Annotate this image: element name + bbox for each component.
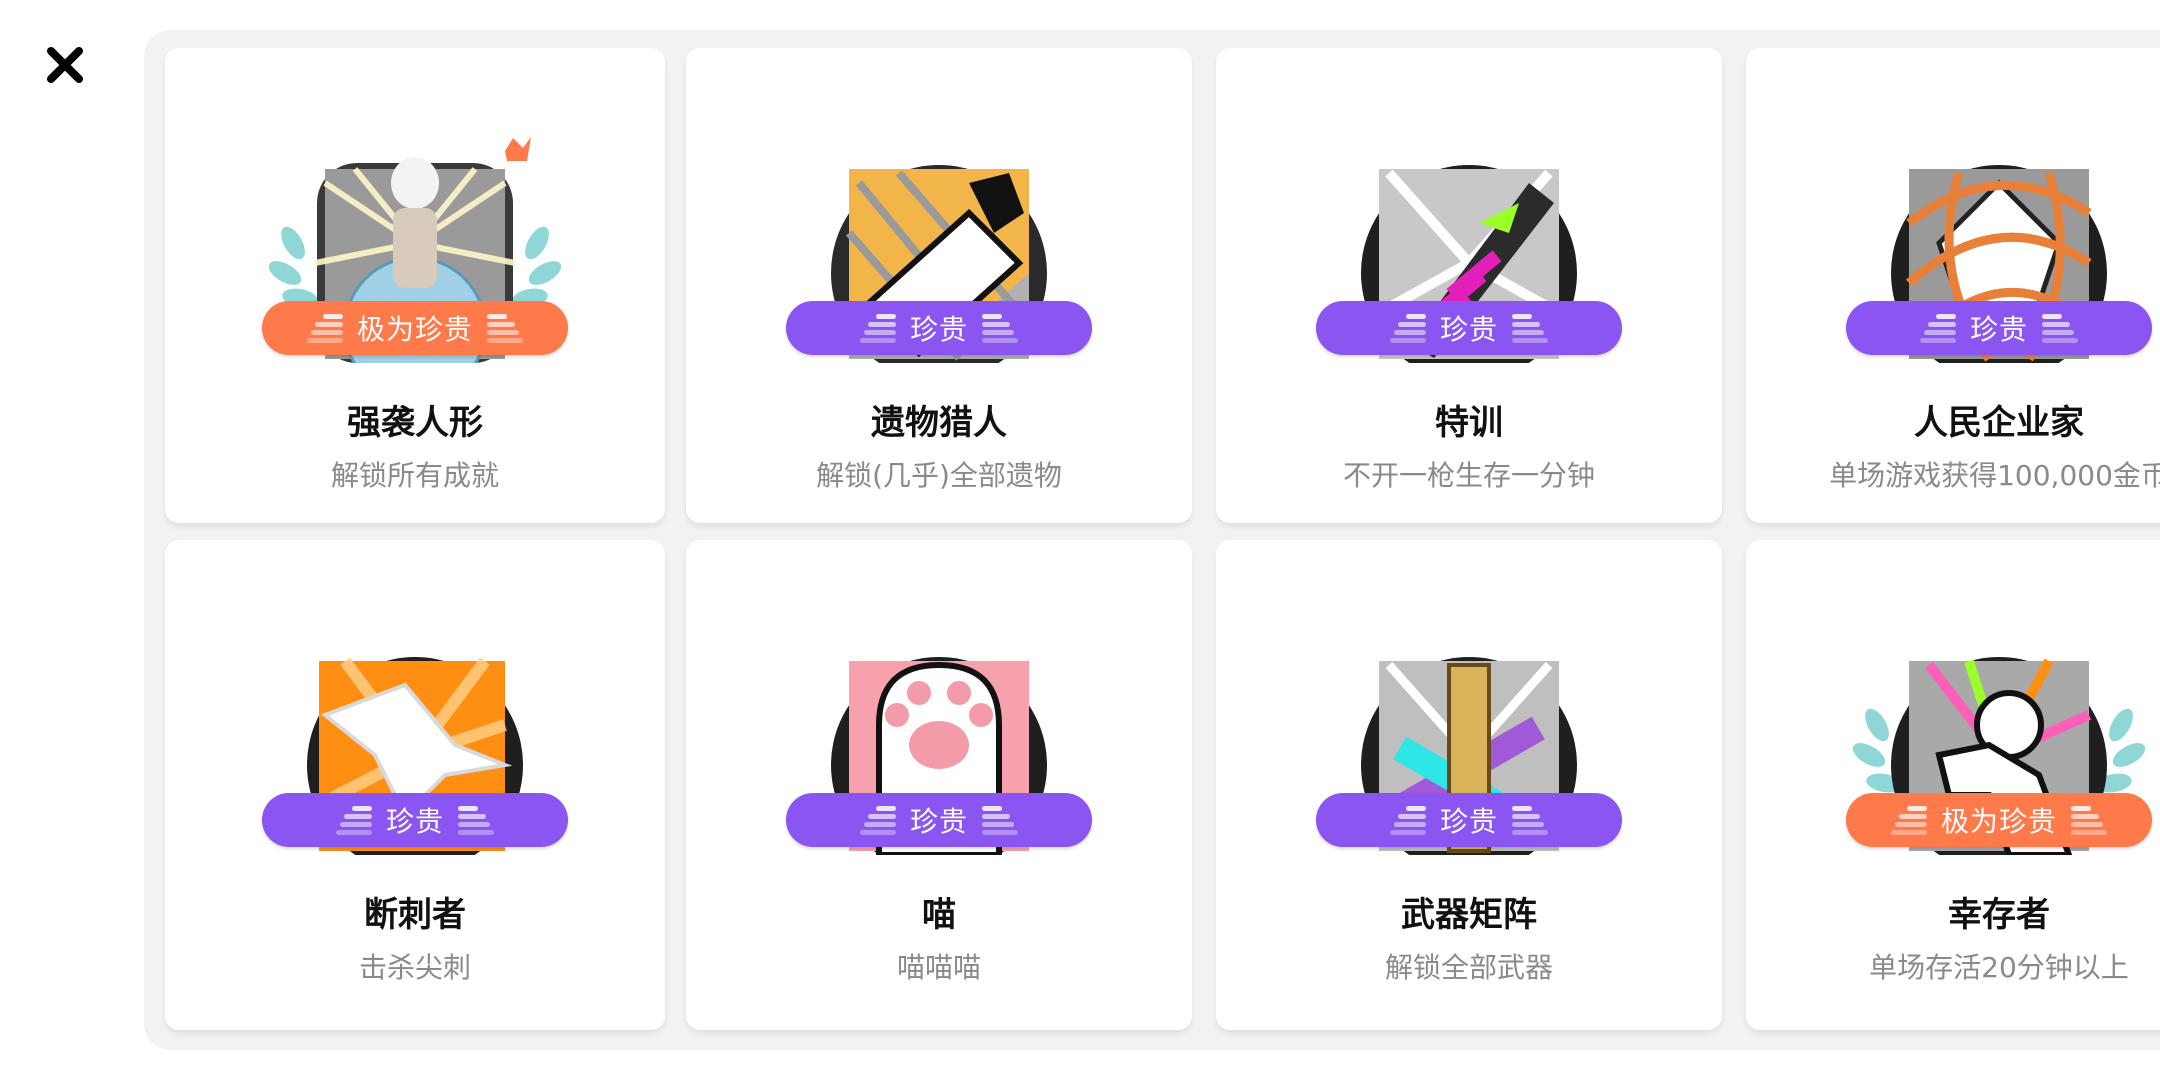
stripes-decoration [1919, 312, 1956, 344]
rarity-label: 珍贵 [1439, 313, 1498, 346]
close-icon [47, 47, 83, 83]
achievement-title: 强袭人形 [347, 403, 483, 443]
rarity-label: 珍贵 [1439, 805, 1498, 838]
stripes-decoration [859, 312, 896, 344]
achievement-title: 幸存者 [1948, 895, 2050, 935]
rarity-badge: 极为珍贵 [1846, 793, 2152, 847]
rarity-label: 极为珍贵 [1940, 805, 2057, 838]
rarity-label: 珍贵 [909, 313, 968, 346]
rarity-label: 珍贵 [385, 805, 444, 838]
achievement-card[interactable]: 珍贵 特训 不开一枪生存一分钟 [1216, 48, 1722, 523]
stripes-decoration [1512, 312, 1548, 344]
achievement-card[interactable]: 珍贵 喵 喵喵喵 [686, 540, 1192, 1030]
achievement-desc: 喵喵喵 [896, 951, 981, 984]
achievement-title: 断刺者 [364, 895, 466, 935]
stripes-decoration [1512, 804, 1548, 836]
achievement-card[interactable]: 珍贵 遗物猎人 解锁(几乎)全部遗物 [686, 48, 1192, 523]
stripes-decoration [2071, 804, 2107, 836]
achievement-desc: 单场存活20分钟以上 [1869, 951, 2129, 984]
rarity-badge: 珍贵 [786, 301, 1092, 355]
achievement-title: 武器矩阵 [1401, 895, 1537, 935]
stripes-decoration [1389, 804, 1426, 836]
achievement-card[interactable]: 极为珍贵 强袭人形 解锁所有成就 [165, 48, 665, 523]
stripes-decoration [1890, 804, 1927, 836]
achievement-desc: 解锁所有成就 [330, 459, 499, 492]
stripes-decoration [1389, 312, 1426, 344]
achievement-desc: 解锁(几乎)全部遗物 [816, 459, 1062, 492]
rarity-badge: 珍贵 [1316, 793, 1622, 847]
stripes-decoration [487, 312, 523, 344]
achievement-desc: 击杀尖刺 [358, 951, 471, 984]
stripes-decoration [335, 804, 372, 836]
achievement-title: 人民企业家 [1914, 403, 2084, 443]
achievement-card[interactable]: 珍贵 武器矩阵 解锁全部武器 [1216, 540, 1722, 1030]
rarity-badge: 珍贵 [262, 793, 568, 847]
rarity-label: 珍贵 [909, 805, 968, 838]
achievement-card[interactable]: 极为珍贵 幸存者 单场存活20分钟以上 [1746, 540, 2160, 1030]
rarity-badge: 珍贵 [1846, 301, 2152, 355]
rarity-badge: 极为珍贵 [262, 301, 568, 355]
achievement-card[interactable]: 珍贵 断刺者 击杀尖刺 [165, 540, 665, 1030]
stripes-decoration [982, 312, 1018, 344]
achievement-desc: 解锁全部武器 [1384, 951, 1553, 984]
achievement-title: 特训 [1435, 403, 1503, 443]
rarity-label: 珍贵 [1969, 313, 2028, 346]
rarity-label: 极为珍贵 [356, 313, 473, 346]
rarity-badge: 珍贵 [1316, 301, 1622, 355]
stripes-decoration [458, 804, 494, 836]
achievement-title: 喵 [922, 895, 956, 935]
stripes-decoration [982, 804, 1018, 836]
rarity-badge: 珍贵 [786, 793, 1092, 847]
achievements-panel: 极为珍贵 强袭人形 解锁所有成就 珍贵 遗物猎人 解锁(几乎)全部遗物 珍贵 特… [144, 30, 2160, 1050]
stripes-decoration [859, 804, 896, 836]
achievement-title: 遗物猎人 [871, 403, 1007, 443]
stripes-decoration [306, 312, 343, 344]
achievement-desc: 单场游戏获得100,000金币 [1829, 459, 2160, 492]
stripes-decoration [2042, 312, 2078, 344]
close-button[interactable] [45, 45, 85, 85]
achievement-desc: 不开一枪生存一分钟 [1342, 459, 1595, 492]
achievement-card[interactable]: 珍贵 人民企业家 单场游戏获得100,000金币 [1746, 48, 2160, 523]
